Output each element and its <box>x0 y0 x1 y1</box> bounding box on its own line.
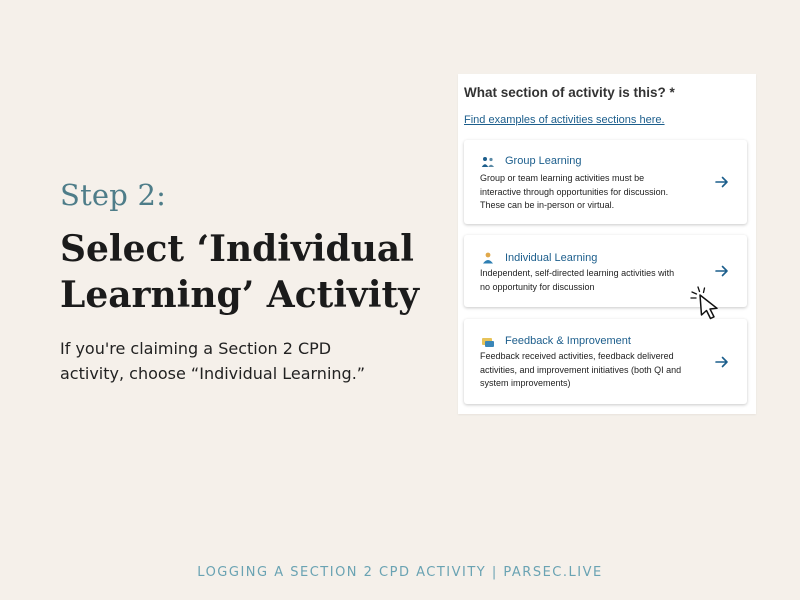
footer: LOGGING A SECTION 2 CPD ACTIVITY | PARSE… <box>197 565 603 580</box>
instruction-text: If you're claiming a Section 2 CPD activ… <box>60 339 366 383</box>
description-line: system improvements) <box>480 378 571 388</box>
arrow-right-icon <box>715 356 728 368</box>
option-title: Feedback & Improvement <box>505 335 631 347</box>
examples-link[interactable]: Find examples of activities sections her… <box>464 114 665 126</box>
step-label: Step 2: <box>60 178 167 212</box>
option-description: Feedback received activities, feedback d… <box>480 350 696 391</box>
option-title: Group Learning <box>505 155 582 167</box>
pointer-cursor-icon <box>690 286 718 320</box>
option-description: Independent, self-directed learning acti… <box>480 267 696 294</box>
description-line: These can be in-person or virtual. <box>480 200 615 210</box>
group-icon <box>481 157 494 167</box>
description-line: no opportunity for discussion <box>480 281 595 292</box>
feedback-icon <box>482 338 494 347</box>
headline: Select ‘Individual Learning’ Activity <box>60 226 440 318</box>
option-group-learning[interactable]: Group Learning Group or team learning ac… <box>464 140 747 224</box>
activity-section-form: What section of activity is this? * Find… <box>458 74 756 414</box>
option-description: Group or team learning activities must b… <box>480 172 696 213</box>
description-line: Group or team learning activities must b… <box>480 173 645 183</box>
person-icon <box>483 252 493 264</box>
form-question: What section of activity is this? * <box>464 85 675 100</box>
arrow-right-icon <box>715 176 728 188</box>
option-feedback-improvement[interactable]: Feedback & Improvement Feedback received… <box>464 319 747 404</box>
description-line: Independent, self-directed learning acti… <box>480 268 675 278</box>
description-line: Feedback received activities, feedback d… <box>480 351 674 361</box>
description-line: interactive through opportunities for di… <box>480 186 669 197</box>
headline-line-1: Select ‘Individual <box>60 228 414 270</box>
description-line: activities, and improvement initiatives … <box>480 364 682 375</box>
option-title: Individual Learning <box>505 252 598 264</box>
headline-line-2: Learning’ Activity <box>60 274 420 316</box>
arrow-right-icon <box>715 265 728 277</box>
